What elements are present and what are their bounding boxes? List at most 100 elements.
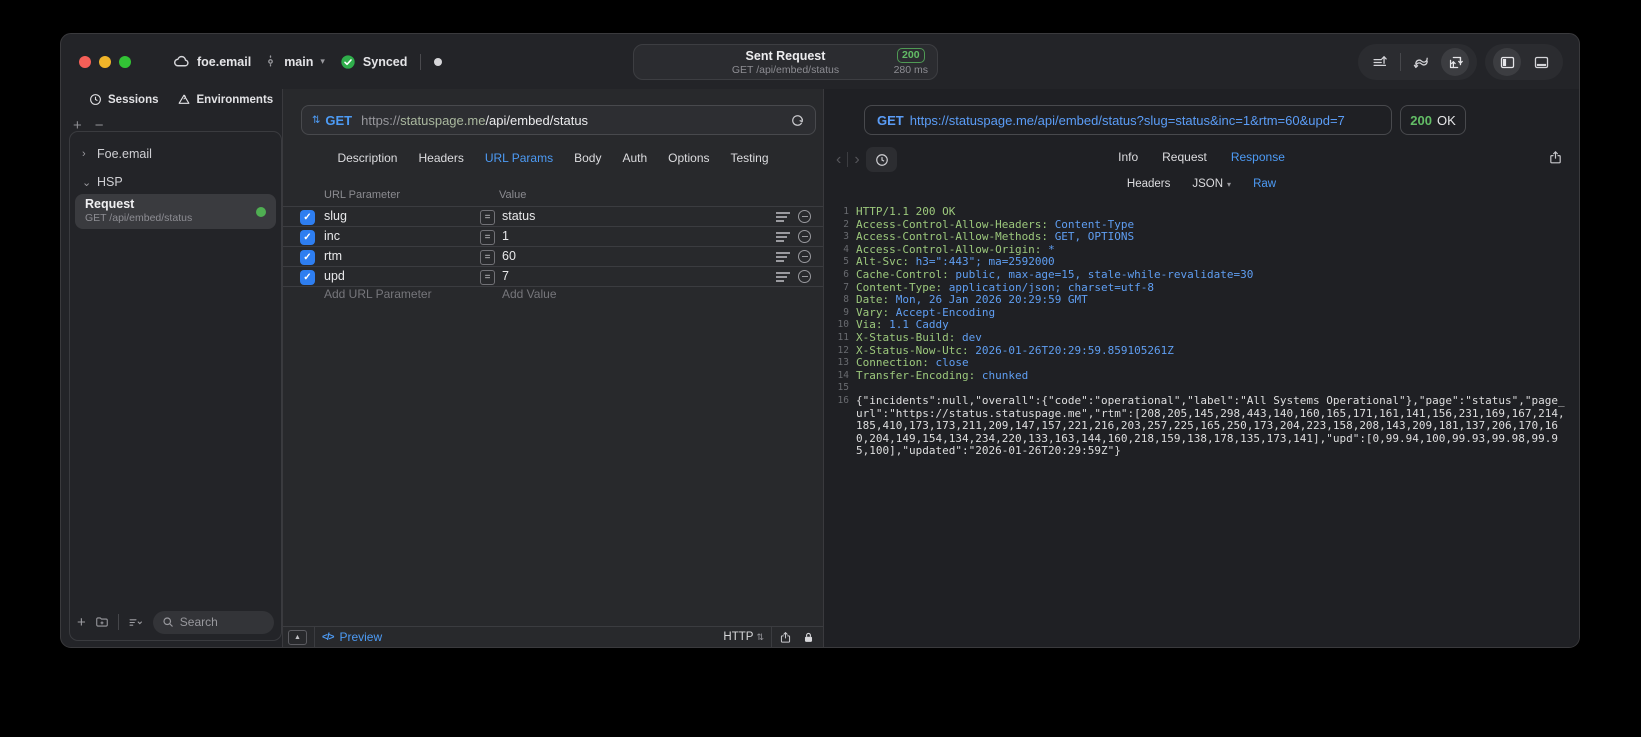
request-tabs: Description Headers URL Params Body Auth Opti… [283, 151, 823, 165]
param-row: ✓ slug = status [283, 207, 823, 227]
protocol-selector[interactable]: HTTP ⇅ [723, 631, 764, 643]
param-name[interactable]: upd [324, 269, 345, 283]
line-number: 13 [837, 357, 849, 369]
toggle-sidebar-button[interactable] [1493, 48, 1521, 76]
method-selector-icon[interactable]: ⇅ [312, 115, 320, 126]
code-icon: </> [322, 631, 335, 643]
param-row: ✓ inc = 1 [283, 227, 823, 247]
response-line: 16 {"incidents":null,"overall":{"code":"… [834, 394, 1571, 458]
footer-divider [771, 626, 772, 647]
add-value-button[interactable]: Add Value [502, 287, 557, 301]
synced-check-icon [341, 54, 355, 69]
response-line: 14 Transfer-Encoding: chunked [834, 368, 1571, 383]
param-name[interactable]: slug [324, 209, 347, 223]
request-editor-panel: ⇅ GET https://statuspage.me/api/embed/st… [283, 89, 823, 647]
request-tab[interactable]: Options [668, 151, 709, 165]
param-options-icon[interactable] [776, 252, 790, 264]
request-status-pill[interactable]: Sent Request GET /api/embed/status 200 2… [633, 44, 938, 80]
panel-left-icon [1500, 56, 1514, 68]
toggle-bottom-panel-button[interactable] [1527, 48, 1555, 76]
sidebar: Sessions Environments + − › Foe.email ⌄ … [61, 89, 282, 647]
request-method[interactable]: GET [325, 113, 352, 128]
request-tab[interactable]: Testing [731, 151, 769, 165]
search-input[interactable]: Search [152, 610, 274, 634]
request-success-dot [256, 206, 266, 217]
sort-requests-button[interactable] [1366, 48, 1394, 76]
param-value[interactable]: 1 [502, 229, 509, 243]
tab-environments[interactable]: Environments [177, 93, 273, 106]
param-name[interactable]: rtm [324, 249, 342, 263]
param-checkbox[interactable]: ✓ [300, 229, 315, 245]
resend-request-icon[interactable] [790, 113, 805, 128]
param-name-header: URL Parameter [324, 189, 401, 201]
response-subtabs: Headers▾ JSON▾ Raw▾ [824, 178, 1579, 190]
remove-param-button[interactable] [798, 250, 811, 263]
response-tab[interactable]: Request [1162, 150, 1207, 164]
sort-filter-icon[interactable] [127, 616, 145, 629]
toolbar-group-tools [1358, 44, 1477, 80]
chevron-down-icon[interactable]: ▾ [320, 56, 325, 67]
param-options-icon[interactable] [776, 232, 790, 244]
remove-param-button[interactable] [798, 270, 811, 283]
line-number: 11 [837, 331, 849, 343]
collapse-editor-button[interactable]: ▲ [288, 629, 307, 645]
project-name[interactable]: foe.email [197, 55, 251, 69]
response-method: GET [877, 112, 904, 128]
selector-arrows-icon: ⇅ [756, 631, 764, 642]
response-tab[interactable]: Info [1118, 150, 1138, 164]
minimize-window-button[interactable] [99, 56, 111, 68]
flow-button[interactable] [1407, 48, 1435, 76]
request-url-input[interactable]: ⇅ GET https://statuspage.me/api/embed/st… [301, 105, 816, 135]
new-request-button[interactable]: + [77, 615, 86, 630]
line-content: Transfer-Encoding: chunked [856, 368, 1029, 382]
branch-name[interactable]: main [284, 55, 313, 69]
remove-param-button[interactable] [798, 230, 811, 243]
response-subtab[interactable]: Headers▾ [1127, 178, 1170, 190]
import-export-icon [1449, 56, 1463, 68]
line-content: Vary: Accept-Encoding [856, 305, 996, 319]
sent-request-subtitle: GET /api/embed/status [731, 63, 840, 76]
tab-sessions[interactable]: Sessions [89, 93, 159, 106]
param-value[interactable]: 7 [502, 269, 509, 283]
sent-url-display[interactable]: GET https://statuspage.me/api/embed/stat… [864, 105, 1392, 135]
preview-button[interactable]: </> Preview [322, 630, 382, 644]
request-tab[interactable]: Body [574, 151, 601, 165]
request-tab[interactable]: Auth [622, 151, 647, 165]
tree-item-foe-email[interactable]: › Foe.email [82, 147, 152, 161]
new-folder-icon[interactable] [94, 615, 110, 629]
response-tab[interactable]: Response [1231, 150, 1285, 164]
tree-item-hsp[interactable]: ⌄ HSP [82, 175, 123, 189]
param-options-icon[interactable] [776, 272, 790, 284]
param-checkbox[interactable]: ✓ [300, 249, 315, 265]
response-subtab[interactable]: Raw▾ [1253, 178, 1276, 190]
add-url-parameter-button[interactable]: Add URL Parameter [324, 287, 432, 301]
request-duration: 280 ms [893, 64, 928, 76]
sessions-tree-panel: › Foe.email ⌄ HSP Request GET /api/embed… [69, 131, 282, 641]
param-value[interactable]: status [502, 209, 535, 223]
response-body[interactable]: 1 HTTP/1.1 200 OK 2 Access-Control-Allow… [834, 205, 1571, 643]
share-icon[interactable] [779, 630, 792, 645]
request-list-item-selected[interactable]: Request GET /api/embed/status [75, 194, 276, 229]
import-export-button[interactable] [1441, 48, 1469, 76]
param-value[interactable]: 60 [502, 249, 516, 263]
request-item-title: Request [85, 197, 135, 211]
close-window-button[interactable] [79, 56, 91, 68]
remove-param-button[interactable] [798, 210, 811, 223]
zoom-window-button[interactable] [119, 56, 131, 68]
param-checkbox[interactable]: ✓ [300, 269, 315, 285]
line-number: 12 [837, 344, 849, 356]
request-tab[interactable]: Description [337, 151, 397, 165]
param-row: ✓ rtm = 60 [283, 247, 823, 267]
param-name[interactable]: inc [324, 229, 340, 243]
param-checkbox[interactable]: ✓ [300, 209, 315, 225]
response-subtab[interactable]: JSON ▾ [1192, 178, 1231, 190]
branch-icon [268, 55, 274, 68]
footer-divider [314, 626, 315, 647]
lock-icon[interactable] [802, 630, 815, 645]
request-tab[interactable]: Headers [418, 151, 463, 165]
response-tabs: Info Request Response [824, 150, 1579, 164]
clock-icon [90, 94, 101, 105]
param-options-icon[interactable] [776, 212, 790, 224]
request-tab[interactable]: URL Params [485, 151, 553, 165]
export-response-button[interactable] [1548, 149, 1563, 166]
